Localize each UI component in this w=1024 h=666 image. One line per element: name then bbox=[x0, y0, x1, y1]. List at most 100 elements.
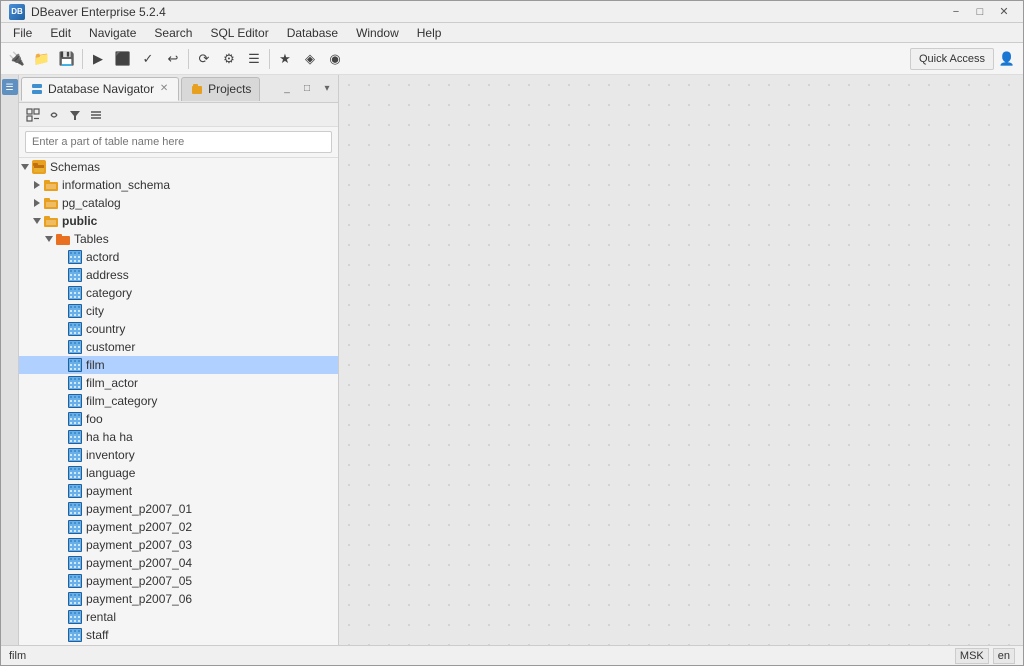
expander-country[interactable] bbox=[55, 320, 67, 338]
tab-database-navigator[interactable]: Database Navigator ✕ bbox=[21, 77, 179, 101]
tab-projects[interactable]: Projects bbox=[181, 77, 260, 101]
expander-rental[interactable] bbox=[55, 608, 67, 626]
menu-sql-editor[interactable]: SQL Editor bbox=[202, 24, 276, 42]
tree-node-staff[interactable]: staff bbox=[19, 626, 338, 644]
tree-node-payment_p2007_03[interactable]: payment_p2007_03 bbox=[19, 536, 338, 554]
tree-node-payment_p2007_05[interactable]: payment_p2007_05 bbox=[19, 572, 338, 590]
toolbar-open[interactable]: 📁 bbox=[30, 47, 54, 71]
tree-node-payment_p2007_01[interactable]: payment_p2007_01 bbox=[19, 500, 338, 518]
filter-btn[interactable] bbox=[65, 106, 85, 124]
tab-menu-btn[interactable]: ▾ bbox=[318, 80, 336, 98]
tree-node-country[interactable]: country bbox=[19, 320, 338, 338]
expander-payment_p2007_06[interactable] bbox=[55, 590, 67, 608]
edge-nav-btn[interactable]: ☰ bbox=[2, 79, 18, 95]
table-search-input[interactable] bbox=[25, 131, 332, 153]
toolbar-stop[interactable]: ⬛ bbox=[111, 47, 135, 71]
expander-tables[interactable] bbox=[43, 230, 55, 248]
expander-actord[interactable] bbox=[55, 248, 67, 266]
expander-customer[interactable] bbox=[55, 338, 67, 356]
expander-payment_p2007_04[interactable] bbox=[55, 554, 67, 572]
tree-node-rental[interactable]: rental bbox=[19, 608, 338, 626]
expander-language[interactable] bbox=[55, 464, 67, 482]
tree-node-address[interactable]: address bbox=[19, 266, 338, 284]
expander-payment_p2007_01[interactable] bbox=[55, 500, 67, 518]
tree-node-payment_p2007_06[interactable]: payment_p2007_06 bbox=[19, 590, 338, 608]
tree-node-film[interactable]: film bbox=[19, 356, 338, 374]
tree-node-schemas[interactable]: Schemas bbox=[19, 158, 338, 176]
expander-staff[interactable] bbox=[55, 626, 67, 644]
collapse-all-btn[interactable] bbox=[23, 106, 43, 124]
tree-node-actord[interactable]: actord bbox=[19, 248, 338, 266]
toolbar-settings[interactable]: ⚙ bbox=[217, 47, 241, 71]
tree-node-public[interactable]: public bbox=[19, 212, 338, 230]
tree-area[interactable]: Schemas information_schema pg_catalog pu… bbox=[19, 158, 338, 645]
node-icon-payment_p2007_05 bbox=[67, 573, 83, 589]
menu-edit[interactable]: Edit bbox=[42, 24, 79, 42]
quick-access-button[interactable]: Quick Access bbox=[910, 48, 994, 70]
tab-db-nav-close[interactable]: ✕ bbox=[158, 83, 170, 95]
expander-payment_p2007_02[interactable] bbox=[55, 518, 67, 536]
expander-address[interactable] bbox=[55, 266, 67, 284]
toolbar-save[interactable]: 💾 bbox=[55, 47, 79, 71]
toolbar-prefs[interactable]: ☰ bbox=[242, 47, 266, 71]
expander-payment[interactable] bbox=[55, 482, 67, 500]
status-text: film bbox=[9, 650, 947, 662]
toolbar-user[interactable]: 👤 bbox=[995, 47, 1019, 71]
tree-node-payment_p2007_02[interactable]: payment_p2007_02 bbox=[19, 518, 338, 536]
expander-payment_p2007_03[interactable] bbox=[55, 536, 67, 554]
tree-node-city[interactable]: city bbox=[19, 302, 338, 320]
menu-database[interactable]: Database bbox=[279, 24, 346, 42]
toolbar-refresh[interactable]: ⟳ bbox=[192, 47, 216, 71]
expander-film_category[interactable] bbox=[55, 392, 67, 410]
expander-category[interactable] bbox=[55, 284, 67, 302]
expander-film[interactable] bbox=[55, 356, 67, 374]
minimize-button[interactable]: − bbox=[945, 4, 967, 20]
content-area bbox=[339, 75, 1023, 645]
status-msk: MSK bbox=[955, 648, 989, 664]
expander-film_actor[interactable] bbox=[55, 374, 67, 392]
tree-node-film_category[interactable]: film_category bbox=[19, 392, 338, 410]
toolbar-commit[interactable]: ✓ bbox=[136, 47, 160, 71]
toolbar-new-conn[interactable]: 🔌 bbox=[5, 47, 29, 71]
tree-node-ha_ha_ha[interactable]: ha ha ha bbox=[19, 428, 338, 446]
tree-node-foo[interactable]: foo bbox=[19, 410, 338, 428]
menu-window[interactable]: Window bbox=[348, 24, 407, 42]
node-label-rental: rental bbox=[86, 610, 116, 624]
expander-foo[interactable] bbox=[55, 410, 67, 428]
toolbar-extra1[interactable]: ★ bbox=[273, 47, 297, 71]
menu-help[interactable]: Help bbox=[409, 24, 450, 42]
tree-node-inventory[interactable]: inventory bbox=[19, 446, 338, 464]
menu-file[interactable]: File bbox=[5, 24, 40, 42]
tree-node-film_actor[interactable]: film_actor bbox=[19, 374, 338, 392]
link-with-editor-btn[interactable] bbox=[44, 106, 64, 124]
toolbar-run[interactable]: ▶ bbox=[86, 47, 110, 71]
expander-pg_catalog[interactable] bbox=[31, 194, 43, 212]
tree-node-information_schema[interactable]: information_schema bbox=[19, 176, 338, 194]
tree-node-language[interactable]: language bbox=[19, 464, 338, 482]
expander-schemas[interactable] bbox=[19, 158, 31, 176]
tree-menu-btn[interactable] bbox=[86, 106, 106, 124]
expander-ha_ha_ha[interactable] bbox=[55, 428, 67, 446]
node-icon-category bbox=[67, 285, 83, 301]
tab-max-btn[interactable]: □ bbox=[298, 80, 316, 98]
tree-node-customer[interactable]: customer bbox=[19, 338, 338, 356]
toolbar-rollback[interactable]: ↩ bbox=[161, 47, 185, 71]
expander-information_schema[interactable] bbox=[31, 176, 43, 194]
menu-search[interactable]: Search bbox=[146, 24, 200, 42]
tree-node-category[interactable]: category bbox=[19, 284, 338, 302]
toolbar-extra3[interactable]: ◉ bbox=[323, 47, 347, 71]
tree-node-tables[interactable]: Tables bbox=[19, 230, 338, 248]
tree-node-payment_p2007_04[interactable]: payment_p2007_04 bbox=[19, 554, 338, 572]
menu-bar: File Edit Navigate Search SQL Editor Dat… bbox=[1, 23, 1023, 43]
maximize-button[interactable]: □ bbox=[969, 4, 991, 20]
tab-min-btn[interactable]: _ bbox=[278, 80, 296, 98]
tree-node-payment[interactable]: payment bbox=[19, 482, 338, 500]
expander-city[interactable] bbox=[55, 302, 67, 320]
menu-navigate[interactable]: Navigate bbox=[81, 24, 144, 42]
expander-payment_p2007_05[interactable] bbox=[55, 572, 67, 590]
close-button[interactable]: ✕ bbox=[993, 4, 1015, 20]
toolbar-extra2[interactable]: ◈ bbox=[298, 47, 322, 71]
expander-public[interactable] bbox=[31, 212, 43, 230]
tree-node-pg_catalog[interactable]: pg_catalog bbox=[19, 194, 338, 212]
expander-inventory[interactable] bbox=[55, 446, 67, 464]
